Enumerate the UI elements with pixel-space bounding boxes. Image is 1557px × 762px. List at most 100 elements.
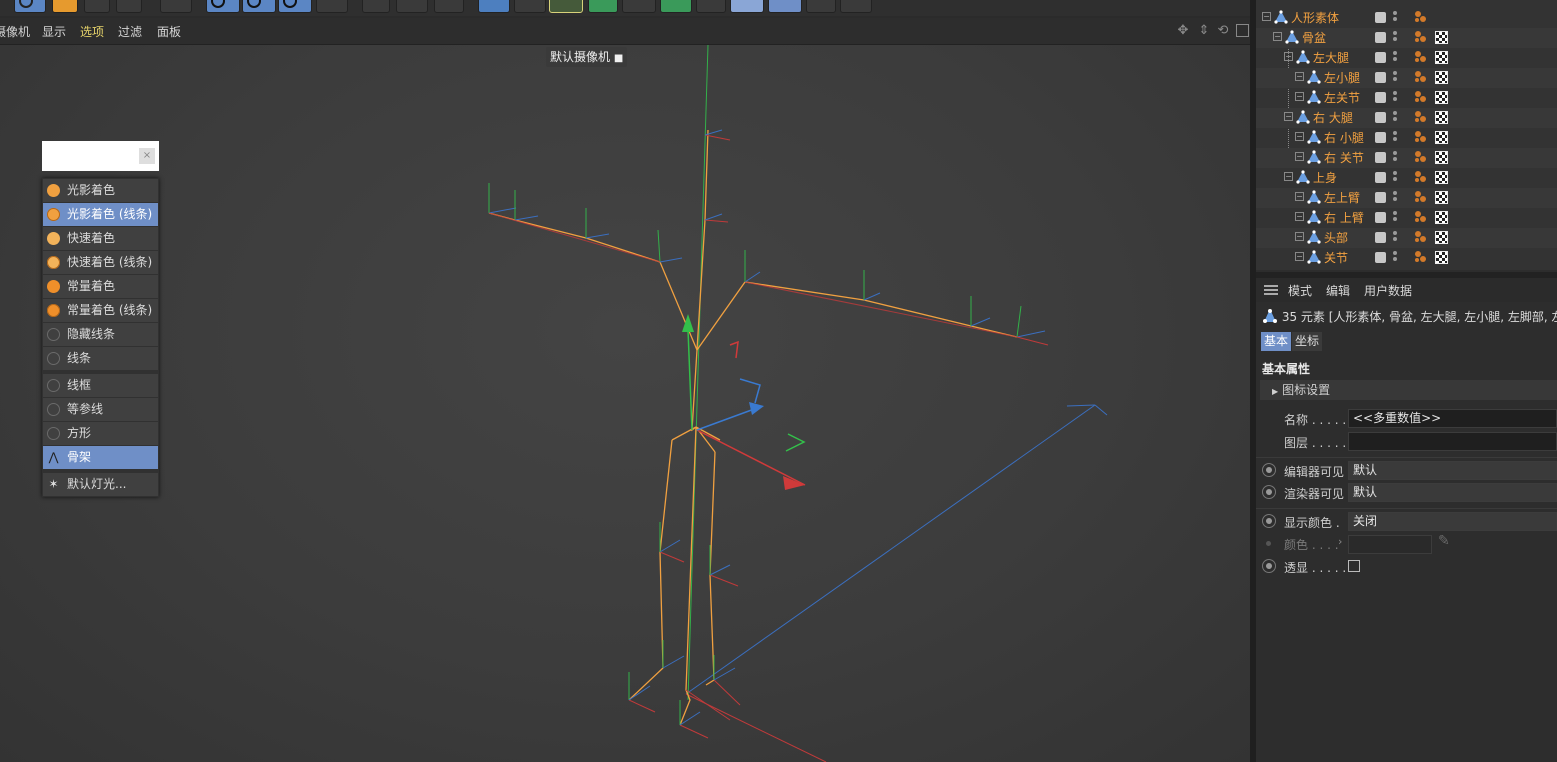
ik-tag-icon[interactable] [1414, 70, 1428, 84]
tree-expand-icon[interactable]: − [1273, 32, 1282, 41]
menu-panel[interactable]: 面板 [157, 23, 181, 40]
weight-tag-icon[interactable] [1435, 211, 1448, 224]
visibility-dots-icon[interactable] [1393, 11, 1397, 24]
layer-toggle-icon[interactable] [1375, 52, 1386, 63]
object-tree-row[interactable]: 头部 − [1256, 228, 1557, 248]
object-tree-row[interactable]: 右 小腿 − [1256, 128, 1557, 148]
dolly-icon[interactable]: ⇕ [1197, 24, 1211, 38]
ik-tag-icon[interactable] [1414, 130, 1428, 144]
menu-mode[interactable]: 模式 [1288, 282, 1312, 299]
field-button[interactable] [696, 0, 726, 13]
layer-field[interactable] [1348, 432, 1557, 451]
weight-tag-icon[interactable] [1435, 51, 1448, 64]
layer-toggle-icon[interactable] [1375, 252, 1386, 263]
layer-toggle-icon[interactable] [1375, 32, 1386, 43]
ik-tag-icon[interactable] [1414, 230, 1428, 244]
layer-toggle-icon[interactable] [1375, 132, 1386, 143]
visibility-dots-icon[interactable] [1393, 71, 1397, 84]
visibility-dots-icon[interactable] [1393, 171, 1397, 184]
visibility-dots-icon[interactable] [1393, 31, 1397, 44]
scale-tool-button[interactable] [52, 0, 78, 13]
weight-tag-icon[interactable] [1435, 251, 1448, 264]
ik-tag-icon[interactable] [1414, 90, 1428, 104]
coordinate-system-button[interactable] [316, 0, 348, 13]
visibility-dots-icon[interactable] [1393, 91, 1397, 104]
tree-expand-icon[interactable]: − [1295, 92, 1304, 101]
shading-quick[interactable]: 快速着色 [43, 227, 158, 250]
object-tree-row[interactable]: 上身 − [1256, 168, 1557, 188]
display-wireframe[interactable]: 线框 [43, 374, 158, 397]
cube-primitive-button[interactable] [478, 0, 510, 13]
object-tree-row[interactable]: 左上臂 − [1256, 188, 1557, 208]
menu-filter[interactable]: 过滤 [118, 23, 142, 40]
visibility-dots-icon[interactable] [1393, 231, 1397, 244]
visibility-dots-icon[interactable] [1393, 111, 1397, 124]
shading-quick-lines[interactable]: 快速着色 (线条) [43, 251, 158, 274]
ik-tag-icon[interactable] [1414, 110, 1428, 124]
visibility-dots-icon[interactable] [1393, 151, 1397, 164]
shading-lines[interactable]: 线条 [43, 347, 158, 370]
hamburger-icon[interactable] [1264, 285, 1278, 295]
display-box[interactable]: 方形 [43, 422, 158, 445]
ik-tag-icon[interactable] [1414, 10, 1428, 24]
tree-expand-icon[interactable]: − [1295, 72, 1304, 81]
ik-tag-icon[interactable] [1414, 210, 1428, 224]
shading-constant[interactable]: 常量着色 [43, 275, 158, 298]
pan-icon[interactable]: ✥ [1176, 24, 1190, 38]
expand-arrow-icon[interactable]: › [1338, 535, 1342, 548]
tree-expand-icon[interactable]: − [1262, 12, 1271, 21]
x-axis-lock-button[interactable] [206, 0, 240, 13]
render-view-button[interactable] [396, 0, 428, 13]
ik-tag-icon[interactable] [1414, 150, 1428, 164]
maximize-view-icon[interactable] [1236, 24, 1249, 37]
visibility-dots-icon[interactable] [1393, 251, 1397, 264]
layer-toggle-icon[interactable] [1375, 172, 1386, 183]
menu-display[interactable]: 显示 [42, 23, 66, 40]
ik-tag-icon[interactable] [1414, 190, 1428, 204]
3d-viewport[interactable] [0, 45, 1250, 762]
environment-button[interactable] [730, 0, 764, 13]
render-visible-animate-icon[interactable] [1262, 485, 1276, 499]
tree-expand-icon[interactable]: − [1295, 192, 1304, 201]
weight-tag-icon[interactable] [1435, 31, 1448, 44]
weight-tag-icon[interactable] [1435, 171, 1448, 184]
live-select-button[interactable] [160, 0, 192, 13]
name-field[interactable]: <<多重数值>> [1348, 409, 1557, 428]
camera-label[interactable]: 默认摄像机 ■ [546, 47, 628, 67]
rotate-tool-button[interactable] [84, 0, 110, 13]
object-tree-row[interactable]: 右 关节 − [1256, 148, 1557, 168]
recent-tool-button[interactable] [116, 0, 142, 13]
display-skeleton[interactable]: ⋀ 骨架 [43, 446, 158, 469]
tree-expand-icon[interactable]: − [1284, 172, 1293, 181]
weight-tag-icon[interactable] [1435, 151, 1448, 164]
object-tree-row[interactable]: 关节 − [1256, 248, 1557, 268]
ik-tag-icon[interactable] [1414, 170, 1428, 184]
layer-toggle-icon[interactable] [1375, 212, 1386, 223]
menu-camera[interactable]: 摄像机 [0, 23, 30, 40]
xray-animate-icon[interactable] [1262, 559, 1276, 573]
tree-expand-icon[interactable]: − [1295, 152, 1304, 161]
object-tree-row[interactable]: 左大腿 − [1256, 48, 1557, 68]
layer-toggle-icon[interactable] [1375, 12, 1386, 23]
layer-toggle-icon[interactable] [1375, 192, 1386, 203]
shading-gouraud[interactable]: 光影着色 [43, 179, 158, 202]
weight-tag-icon[interactable] [1435, 231, 1448, 244]
tree-expand-icon[interactable]: − [1284, 52, 1293, 61]
tree-expand-icon[interactable]: − [1295, 212, 1304, 221]
eyedropper-icon[interactable]: ✎ [1438, 533, 1450, 549]
object-tree-row[interactable]: 右 大腿 − [1256, 108, 1557, 128]
layer-toggle-icon[interactable] [1375, 72, 1386, 83]
object-tree-row[interactable]: 左关节 − [1256, 88, 1557, 108]
generator-button[interactable] [588, 0, 618, 13]
popup-close-icon[interactable]: × [139, 148, 155, 164]
display-color-dropdown[interactable]: 关闭 [1348, 512, 1557, 531]
subdivision-button[interactable] [549, 0, 583, 13]
light-button[interactable] [840, 0, 872, 13]
weight-tag-icon[interactable] [1435, 131, 1448, 144]
z-axis-lock-button[interactable] [278, 0, 312, 13]
object-tree-row[interactable]: 骨盆 − [1256, 28, 1557, 48]
shading-constant-lines[interactable]: 常量着色 (线条) [43, 299, 158, 322]
floor-button[interactable] [768, 0, 802, 13]
render-region-button[interactable] [362, 0, 390, 13]
render-settings-button[interactable] [434, 0, 464, 13]
